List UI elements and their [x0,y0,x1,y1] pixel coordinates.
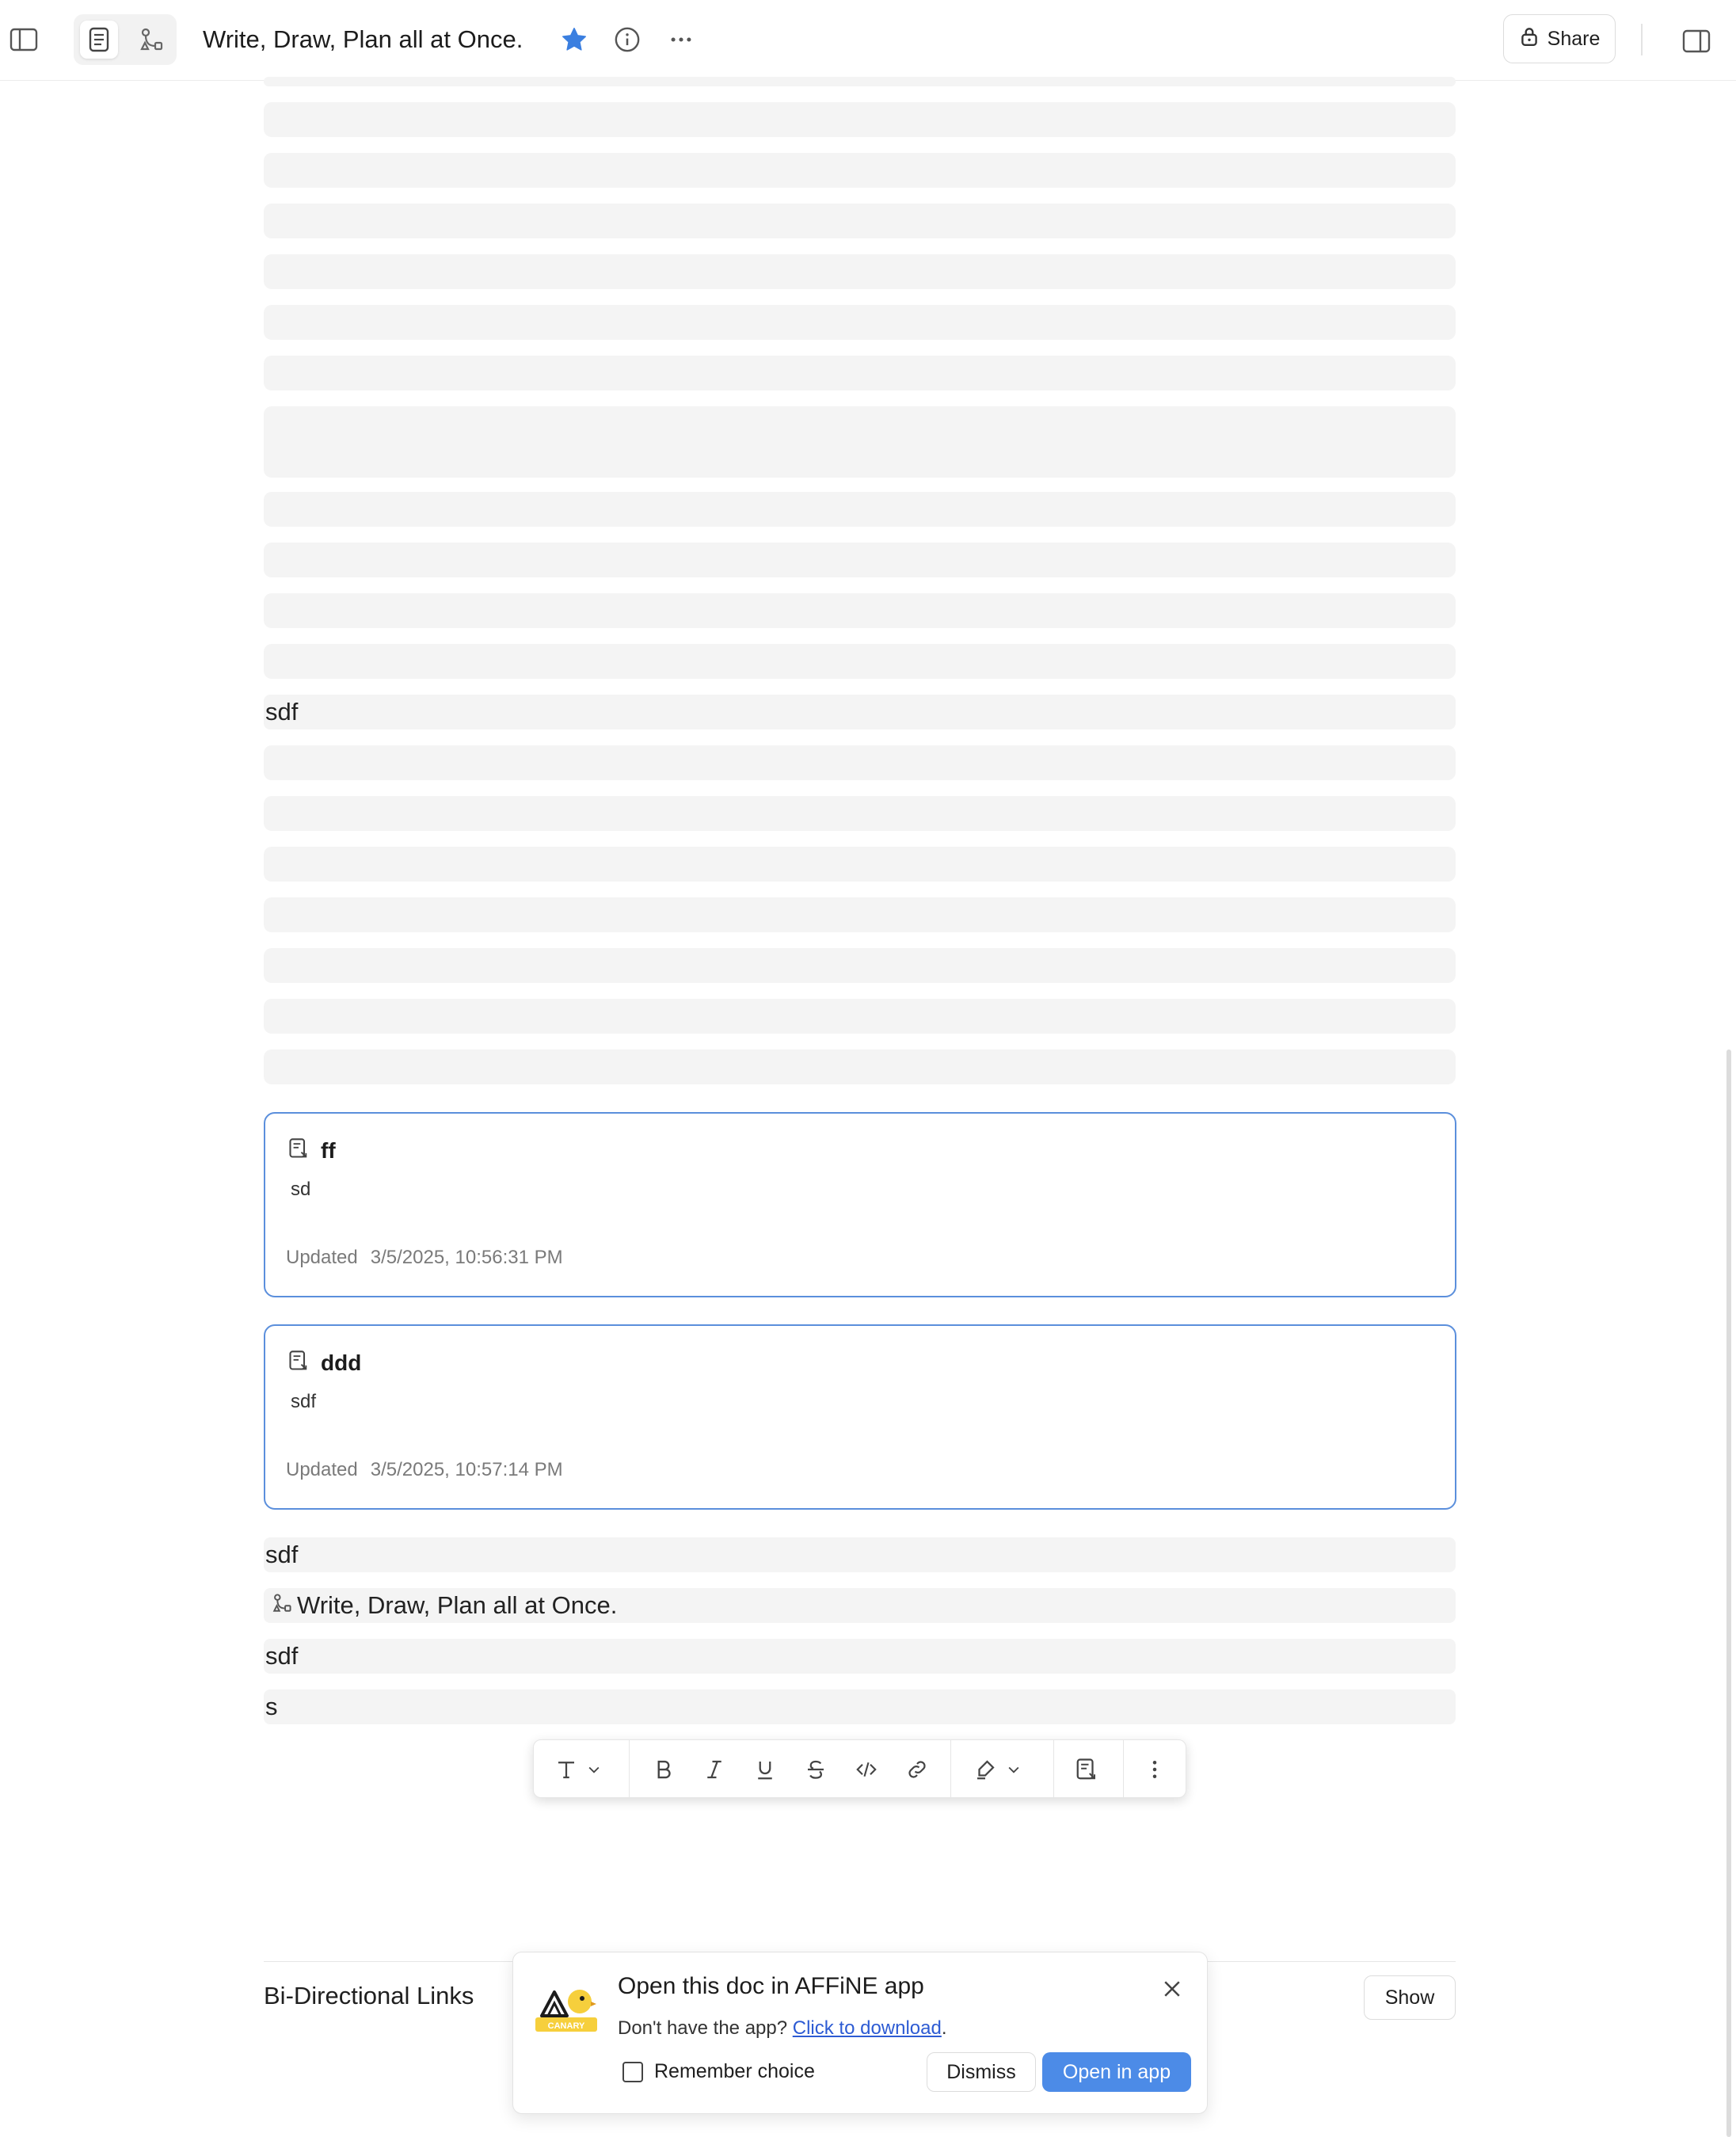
backlinks-title: Bi-Directional Links [264,1982,474,2009]
star-icon[interactable] [557,22,592,57]
link-icon[interactable] [895,1750,939,1788]
show-backlinks-button[interactable]: Show [1364,1975,1456,2020]
placeholder-block [264,153,1456,188]
highlighter-icon [977,1760,995,1780]
remember-checkbox[interactable] [622,2061,643,2082]
card-title: ddd [321,1350,362,1375]
linked-doc-card[interactable]: ff sd Updated 3/5/2025, 10:56:31 PM [264,1112,1456,1297]
doc-editor: sdf ff sd Updated 3/5/2025, 10:56:31 PM d… [0,77,1736,2137]
strikethrough-icon[interactable] [794,1750,838,1788]
linked-doc-icon [287,1350,310,1376]
paragraph-text: s [265,1693,278,1720]
remember-label: Remember choice [654,2060,815,2082]
dismiss-button[interactable]: Dismiss [927,2052,1036,2092]
page-title[interactable]: Write, Draw, Plan all at Once. [203,22,523,57]
toolbar-divider [1053,1740,1054,1799]
doc-link-block[interactable]: Write, Draw, Plan all at Once. [264,1588,1456,1623]
card-updated: Updated 3/5/2025, 10:56:31 PM [286,1247,563,1269]
placeholder-block [264,948,1456,983]
placeholder-block [264,593,1456,628]
close-icon[interactable] [1156,1973,1188,2005]
right-panel-icon[interactable] [1679,24,1714,59]
popup-subtitle: Don't have the app? Click to download. [618,2017,947,2040]
placeholder-block [264,204,1456,238]
open-in-app-button[interactable]: Open in app [1042,2052,1191,2092]
header-divider [1641,24,1643,55]
toolbar-divider [950,1740,951,1799]
paragraph-text: sdf [265,698,299,726]
highlight-dropdown[interactable] [961,1750,1033,1788]
more-icon[interactable] [664,22,699,57]
linked-doc-card[interactable]: ddd sdf Updated 3/5/2025, 10:57:14 PM [264,1324,1456,1510]
scrollbar[interactable] [1726,1049,1731,2137]
edgeless-mode-icon[interactable] [132,21,170,59]
share-label: Share [1547,27,1601,50]
remember-choice[interactable]: Remember choice [622,2060,815,2083]
paragraph-block[interactable]: sdf [264,1639,1456,1674]
card-excerpt: sd [291,1179,311,1200]
updated-time: 3/5/2025, 10:56:31 PM [370,1247,563,1268]
placeholder-block [264,1049,1456,1084]
mode-switch [74,14,177,65]
sidebar-toggle-icon[interactable] [8,24,40,55]
placeholder-block [264,543,1456,577]
download-link[interactable]: Click to download [793,2017,942,2039]
placeholder-block [264,305,1456,340]
share-button[interactable]: Share [1503,14,1616,63]
more-vertical-icon[interactable] [1133,1750,1177,1788]
create-linked-doc-icon[interactable] [1064,1750,1109,1788]
placeholder-block [264,897,1456,932]
linked-doc-icon [287,1137,310,1164]
paragraph-block[interactable]: sdf [264,695,1456,729]
doc-link-text: Write, Draw, Plan all at Once. [297,1591,618,1619]
underline-icon[interactable] [743,1750,787,1788]
text-type-dropdown[interactable] [546,1750,610,1788]
format-toolbar [533,1739,1186,1799]
affine-canary-logo: CANARY [535,1983,597,2041]
toolbar-divider [1123,1740,1124,1799]
card-title: ff [321,1137,336,1163]
paragraph-text: sdf [265,1541,299,1568]
popup-subtitle-suffix: . [941,2017,947,2039]
placeholder-block [264,356,1456,390]
card-header: ddd [287,1350,361,1376]
placeholder-block [264,254,1456,289]
popup-title: Open this doc in AFFiNE app [618,1973,924,1999]
chevron-down-icon [588,1766,600,1773]
top-header: Write, Draw, Plan all at Once. Share [0,0,1736,81]
card-header: ff [287,1137,336,1164]
bold-icon[interactable] [641,1750,686,1788]
chevron-down-icon [1008,1766,1019,1773]
updated-label: Updated [286,1247,358,1268]
open-in-app-popup: CANARY Open this doc in AFFiNE app Don't… [512,1952,1208,2114]
popup-subtitle-text: Don't have the app? [618,2017,788,2039]
placeholder-block [264,999,1456,1034]
placeholder-block [264,745,1456,780]
paragraph-block[interactable]: sdf [264,1537,1456,1572]
card-excerpt: sdf [291,1391,317,1412]
info-icon[interactable] [610,22,645,57]
placeholder-block [264,102,1456,137]
toolbar-divider [629,1740,630,1799]
card-updated: Updated 3/5/2025, 10:57:14 PM [286,1459,563,1481]
placeholder-block [264,796,1456,831]
logo-text: CANARY [548,2021,585,2031]
edgeless-doc-icon [272,1588,292,1623]
placeholder-block [264,644,1456,679]
placeholder-block [264,77,1456,86]
italic-icon[interactable] [692,1750,737,1788]
page-mode-icon[interactable] [80,21,118,59]
placeholder-block [264,847,1456,882]
placeholder-block [264,406,1456,478]
paragraph-block[interactable]: s [264,1689,1456,1724]
paragraph-text: sdf [265,1642,299,1670]
lock-icon [1519,25,1540,53]
placeholder-block [264,492,1456,527]
updated-time: 3/5/2025, 10:57:14 PM [370,1459,563,1480]
inline-code-icon[interactable] [844,1750,889,1788]
updated-label: Updated [286,1459,358,1480]
